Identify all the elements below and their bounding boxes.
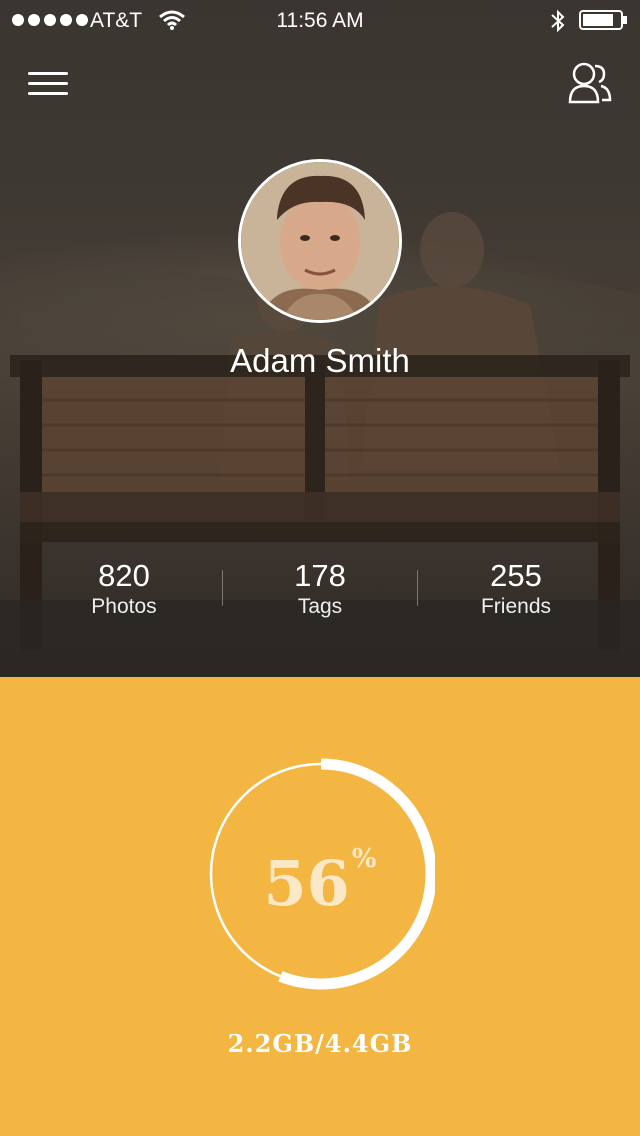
storage-usage: 2.2GB/4.4GB xyxy=(227,1029,413,1058)
profile-stats: 820 Photos 178 Tags 255 Friends xyxy=(0,558,640,628)
stat-value: 255 xyxy=(490,558,542,593)
stat-label: Tags xyxy=(297,595,343,618)
stat-label: Photos xyxy=(91,595,157,618)
bluetooth-icon xyxy=(551,9,565,33)
stat-tags[interactable]: 178 Tags xyxy=(220,558,420,620)
status-time: 11:56 AM xyxy=(276,9,364,32)
avatar[interactable] xyxy=(238,159,402,323)
stat-value: 820 xyxy=(98,558,150,593)
storage-panel: 56% 2.2GB/4.4GB xyxy=(0,677,640,1136)
battery-icon xyxy=(579,10,627,30)
stat-photos[interactable]: 820 Photos xyxy=(24,558,224,620)
user-name: Adam Smith xyxy=(230,342,410,379)
menu-button[interactable] xyxy=(26,66,72,102)
stat-value: 178 xyxy=(294,558,346,593)
stat-friends[interactable]: 255 Friends xyxy=(416,558,616,620)
status-bar: AT&T 11:56 AM xyxy=(0,0,640,40)
percent-sign: % xyxy=(351,844,377,875)
stat-label: Friends xyxy=(480,595,552,618)
percent-value: 56 xyxy=(263,847,350,920)
hamburger-menu-icon xyxy=(28,72,68,75)
friends-button[interactable] xyxy=(566,60,614,108)
storage-progress-ring: 56% xyxy=(205,757,437,997)
profile-photo xyxy=(241,162,399,320)
profile-header: AT&T 11:56 AM Adam Smith 820 Photos 178 … xyxy=(0,0,640,677)
people-icon xyxy=(568,62,612,104)
storage-percent: 56% xyxy=(205,844,435,920)
